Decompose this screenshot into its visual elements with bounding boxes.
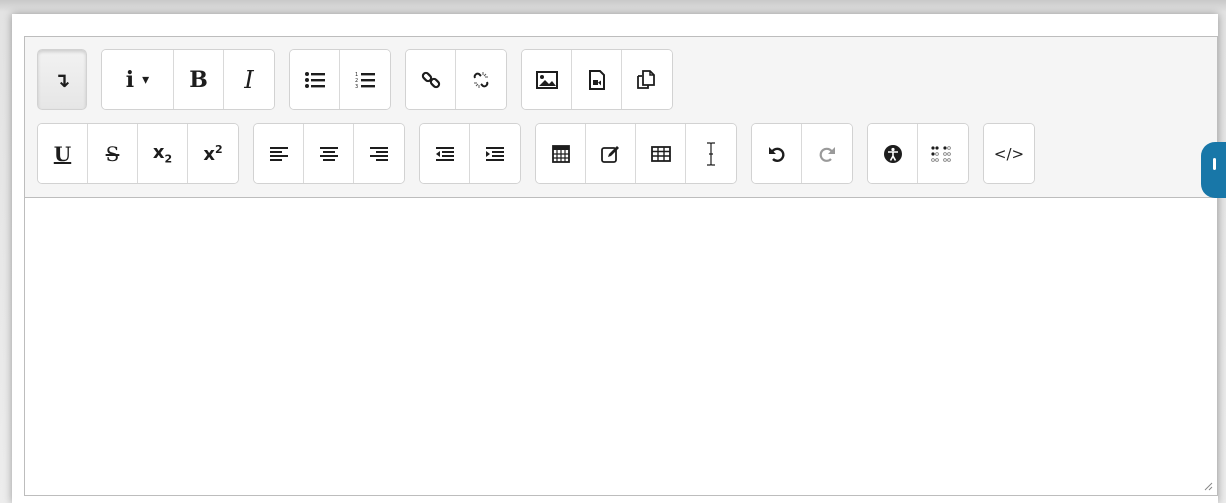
- indent-button[interactable]: [470, 124, 520, 183]
- align-center-icon: [319, 146, 338, 161]
- link-group: [405, 49, 507, 110]
- underline-button[interactable]: U: [38, 124, 88, 183]
- toolbar-row-2: U S x2 x2 </>: [37, 123, 1049, 184]
- link-icon: [421, 71, 440, 88]
- html-source-button[interactable]: </>: [984, 124, 1034, 183]
- subscript-label: x2: [153, 142, 172, 166]
- undo-button[interactable]: [752, 124, 802, 183]
- collapse-arrow-icon: ↴: [53, 67, 71, 92]
- outdent-icon: [435, 146, 454, 161]
- drawer-toggle-icon: [1213, 158, 1216, 170]
- unlink-icon: [473, 71, 489, 88]
- align-right-icon: [370, 146, 388, 161]
- code-icon: </>: [993, 144, 1025, 163]
- resize-handle-icon[interactable]: [1203, 481, 1213, 491]
- manage-files-icon: [637, 69, 655, 89]
- editor-card: ↴ i ▾ B I 1 2 3 U S x2 x2 </>: [12, 14, 1218, 503]
- accessibility-checker-button[interactable]: [868, 124, 918, 183]
- unordered-list-icon: [304, 71, 325, 88]
- insert-table-button[interactable]: [636, 124, 686, 183]
- indent-group: [419, 123, 521, 184]
- subscript-button[interactable]: x2: [138, 124, 188, 183]
- style-group: i ▾ B I: [101, 49, 275, 110]
- align-center-button[interactable]: [304, 124, 354, 183]
- outdent-button[interactable]: [420, 124, 470, 183]
- manage-files-button[interactable]: [622, 50, 672, 109]
- bold-label: B: [189, 66, 208, 93]
- insert-group: [535, 123, 737, 184]
- media-icon: [588, 69, 605, 90]
- ordered-list-button[interactable]: 1 2 3: [340, 50, 390, 109]
- atto-editor: ↴ i ▾ B I 1 2 3 U S x2 x2 </>: [24, 36, 1218, 496]
- redo-button[interactable]: [802, 124, 852, 183]
- calculator-icon: [551, 144, 570, 163]
- table-icon: [650, 145, 671, 162]
- svg-text:3: 3: [355, 84, 358, 89]
- superscript-script: 2: [214, 142, 223, 156]
- unlink-button[interactable]: [456, 50, 506, 109]
- align-group: [253, 123, 405, 184]
- align-right-button[interactable]: [354, 124, 404, 183]
- unordered-list-button[interactable]: [290, 50, 340, 109]
- screenreader-helper-button[interactable]: [918, 124, 968, 183]
- subscript-base: x: [152, 141, 165, 163]
- braille-icon: [931, 145, 951, 162]
- toggle-group: ↴: [37, 49, 87, 110]
- clear-formatting-button[interactable]: [686, 124, 736, 183]
- italic-label: I: [244, 65, 254, 94]
- editor-toolbar: ↴ i ▾ B I 1 2 3 U S x2 x2 </>: [25, 37, 1217, 197]
- superscript-label: x2: [203, 143, 222, 165]
- superscript-base: x: [203, 143, 215, 165]
- list-group: 1 2 3: [289, 49, 391, 110]
- cursor-icon: [707, 141, 715, 166]
- indent-icon: [486, 146, 504, 161]
- ordered-list-icon: 1 2 3: [355, 72, 375, 89]
- html-group: </>: [983, 123, 1035, 184]
- history-group: [751, 123, 853, 184]
- calculator-button[interactable]: [536, 124, 586, 183]
- accessibility-group: [867, 123, 969, 184]
- paragraph-styles-button[interactable]: i ▾: [102, 50, 174, 109]
- redo-icon: [819, 146, 835, 162]
- editor-content-area[interactable]: [25, 197, 1217, 495]
- insert-image-button[interactable]: [522, 50, 572, 109]
- accessibility-icon: [883, 144, 902, 163]
- text-format-group: U S x2 x2: [37, 123, 239, 184]
- underline-label: U: [53, 141, 72, 166]
- image-icon: [535, 70, 558, 89]
- equation-icon: [600, 145, 619, 163]
- subscript-script: 2: [164, 152, 173, 166]
- align-left-icon: [269, 146, 288, 161]
- toolbar-row-1: ↴ i ▾ B I 1 2 3: [37, 49, 687, 110]
- media-group: [521, 49, 673, 110]
- strikethrough-label: S: [105, 141, 120, 166]
- show-more-buttons[interactable]: ↴: [37, 49, 87, 110]
- link-button[interactable]: [406, 50, 456, 109]
- chevron-down-icon: ▾: [142, 71, 150, 88]
- undo-icon: [768, 146, 784, 162]
- paragraph-styles-label: i: [125, 66, 135, 93]
- insert-media-button[interactable]: [572, 50, 622, 109]
- equation-editor-button[interactable]: [586, 124, 636, 183]
- side-drawer-tab[interactable]: [1201, 142, 1226, 198]
- bold-button[interactable]: B: [174, 50, 224, 109]
- align-left-button[interactable]: [254, 124, 304, 183]
- italic-button[interactable]: I: [224, 50, 274, 109]
- strikethrough-button[interactable]: S: [88, 124, 138, 183]
- superscript-button[interactable]: x2: [188, 124, 238, 183]
